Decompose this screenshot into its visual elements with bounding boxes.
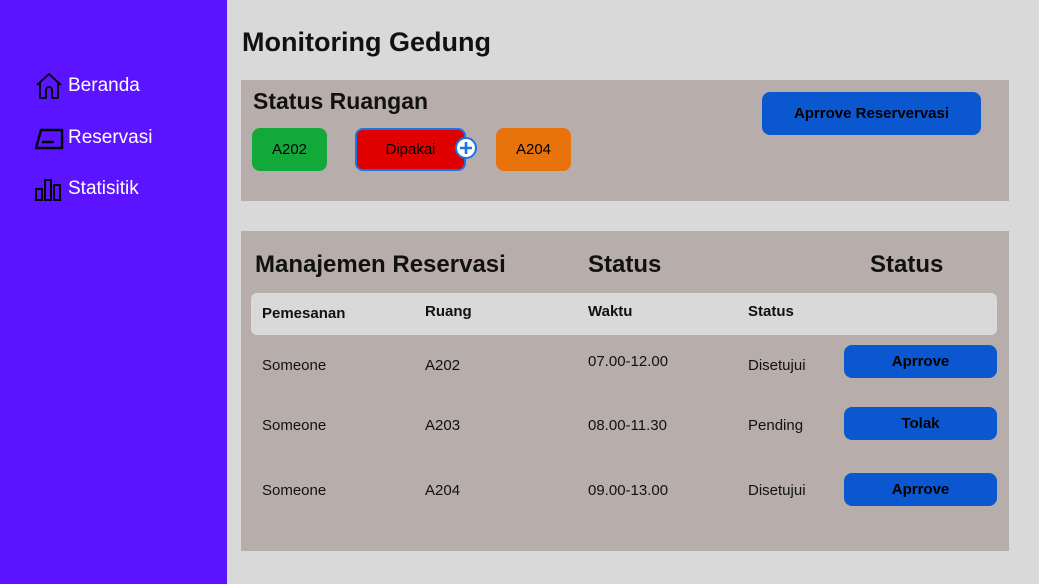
approve-button[interactable]: Aprrove bbox=[844, 345, 997, 378]
add-icon[interactable] bbox=[455, 137, 477, 159]
sidebar: Beranda Reservasi Statisitik bbox=[0, 0, 227, 584]
cell-waktu: 07.00-12.00 bbox=[588, 353, 669, 370]
column-header-ruang: Ruang bbox=[425, 303, 472, 320]
status-heading: Status bbox=[588, 251, 662, 278]
status-heading: Status bbox=[870, 251, 944, 278]
cell-status: Pending bbox=[748, 417, 804, 434]
cell-waktu: 08.00-11.30 bbox=[588, 417, 667, 434]
room-chip-a204[interactable]: A204 bbox=[496, 128, 571, 171]
sidebar-item-reservasi[interactable]: Reservasi bbox=[34, 124, 152, 152]
chart-bars-icon bbox=[34, 175, 64, 203]
column-header-pemesanan: Pemesanan bbox=[262, 305, 346, 322]
column-header-waktu: Waktu bbox=[588, 303, 633, 320]
reservation-title: Manajemen Reservasi bbox=[255, 251, 506, 278]
sidebar-item-beranda[interactable]: Beranda bbox=[34, 72, 140, 100]
sidebar-item-statisitik[interactable]: Statisitik bbox=[34, 175, 139, 203]
cell-pemesanan: Someone bbox=[262, 482, 327, 499]
home-icon bbox=[34, 72, 64, 100]
room-status-panel: Status Ruangan A202 Dipakai A204 Aprrove… bbox=[241, 80, 1009, 201]
cell-ruang: A204 bbox=[425, 482, 461, 499]
room-chip-dipakai[interactable]: Dipakai bbox=[355, 128, 466, 171]
cell-ruang: A203 bbox=[425, 417, 461, 434]
cell-status: Disetujui bbox=[748, 357, 806, 374]
reject-button[interactable]: Tolak bbox=[844, 407, 997, 440]
reservation-panel: Manajemen Reservasi Status Status Pemesa… bbox=[241, 231, 1009, 551]
reservation-icon bbox=[34, 124, 64, 152]
cell-ruang: A202 bbox=[425, 357, 461, 374]
cell-status: Disetujui bbox=[748, 482, 806, 499]
cell-pemesanan: Someone bbox=[262, 357, 327, 374]
column-header-status: Status bbox=[748, 303, 794, 320]
room-chip-a202[interactable]: A202 bbox=[252, 128, 327, 171]
cell-pemesanan: Someone bbox=[262, 417, 327, 434]
approve-reservation-button[interactable]: Aprrove Reservervasi bbox=[762, 92, 981, 135]
room-status-title: Status Ruangan bbox=[253, 88, 429, 114]
sidebar-item-label: Beranda bbox=[68, 75, 140, 96]
approve-button[interactable]: Aprrove bbox=[844, 473, 997, 506]
table-header: Pemesanan Ruang Waktu Status bbox=[251, 293, 997, 335]
sidebar-item-label: Statisitik bbox=[68, 178, 139, 199]
page-title: Monitoring Gedung bbox=[242, 27, 491, 57]
sidebar-item-label: Reservasi bbox=[68, 127, 153, 148]
cell-waktu: 09.00-13.00 bbox=[588, 482, 669, 499]
